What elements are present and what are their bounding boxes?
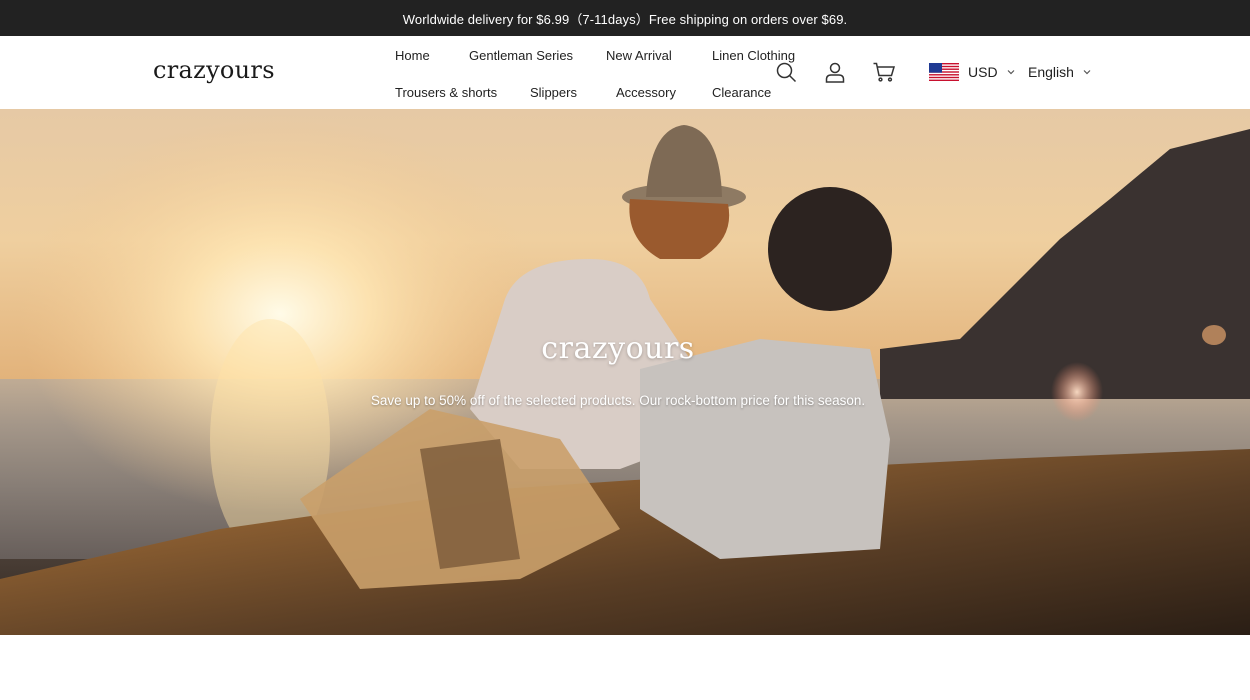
cart-icon	[873, 62, 896, 82]
currency-selector[interactable]: USD	[929, 61, 1016, 83]
nav-item-clearance[interactable]: Clearance	[712, 81, 771, 104]
nav-item-accessory[interactable]: Accessory	[616, 81, 676, 104]
main-nav: Home Gentleman Series New Arrival Linen …	[378, 36, 798, 109]
chevron-down-icon	[1083, 70, 1091, 75]
hero-title: crazyours	[541, 331, 695, 366]
search-button[interactable]	[772, 58, 800, 86]
nav-item-trousers-shorts[interactable]: Trousers & shorts	[395, 81, 497, 104]
nav-item-new-arrival[interactable]: New Arrival	[606, 44, 672, 67]
cart-button[interactable]	[870, 58, 898, 86]
nav-item-slippers[interactable]: Slippers	[530, 81, 577, 104]
announcement-text: Worldwide delivery for $6.99（7-11days）Fr…	[402, 11, 848, 27]
us-flag-icon	[929, 63, 959, 81]
user-icon	[825, 62, 845, 83]
currency-value: USD	[968, 64, 998, 80]
language-value: English	[1028, 64, 1074, 80]
chevron-down-icon	[1007, 70, 1014, 75]
nav-item-home[interactable]: Home	[395, 44, 430, 67]
announcement-bar: Worldwide delivery for $6.99（7-11days）Fr…	[0, 0, 1250, 36]
hero-image	[0, 114, 1250, 635]
search-icon	[776, 62, 797, 83]
site-header: crazyours Home Gentleman Series New Arri…	[0, 36, 1250, 109]
hero-banner[interactable]: crazyours Save up to 50% off of the sele…	[0, 109, 1250, 635]
hero-subtitle: Save up to 50% off of the selected produ…	[370, 393, 866, 408]
nav-item-gentleman-series[interactable]: Gentleman Series	[469, 44, 573, 67]
site-logo[interactable]: crazyours	[153, 56, 275, 84]
account-button[interactable]	[821, 58, 849, 86]
language-selector[interactable]: English	[1028, 61, 1092, 83]
